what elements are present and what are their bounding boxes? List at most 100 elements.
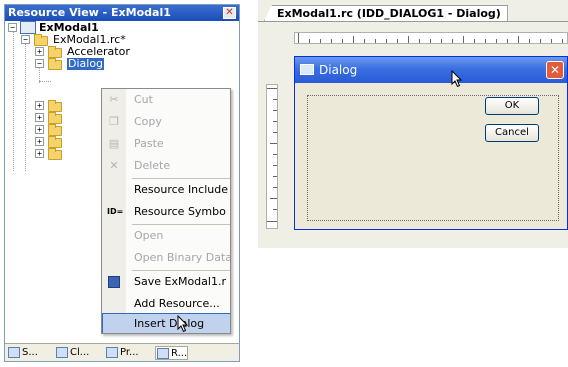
ruler-tick xyxy=(270,198,277,199)
expand-toggle[interactable]: + xyxy=(35,113,44,122)
solution-icon xyxy=(8,347,20,358)
tree-connector xyxy=(25,43,26,171)
resource-view-title: Resource View - ExModal1 ✕ xyxy=(5,5,239,21)
collapse-toggle[interactable]: − xyxy=(21,35,30,44)
menu-item-label: Insert Dialog xyxy=(134,317,205,330)
menu-item-add-resource[interactable]: Add Resource... xyxy=(102,293,230,315)
menu-item-insert-dialog[interactable]: Insert Dialog xyxy=(102,313,230,333)
tab-label: R... xyxy=(171,348,188,359)
ruler-tick xyxy=(518,36,519,43)
editor-document-tab[interactable]: ExModal1.rc (IDD_DIALOG1 - Dialog) xyxy=(264,5,508,21)
menu-item-label: Resource Include xyxy=(134,183,228,196)
menu-item-copy[interactable]: ❐ Copy xyxy=(102,111,230,133)
ruler-tick xyxy=(364,39,365,43)
menu-item-label: Cut xyxy=(134,93,153,106)
folder-icon xyxy=(48,112,62,124)
id-icon: ID= xyxy=(107,207,124,216)
ruler-tick xyxy=(474,39,475,43)
menu-item-delete[interactable]: ✕ Delete xyxy=(102,155,230,177)
folder-icon xyxy=(48,46,62,58)
tab-label: Cl... xyxy=(70,347,90,358)
ruler-tick xyxy=(375,39,376,43)
cancel-button[interactable]: Cancel xyxy=(485,124,539,142)
ruler-tick xyxy=(273,121,277,122)
ruler-tick xyxy=(441,39,442,43)
ruler-tick xyxy=(320,39,321,43)
close-icon[interactable]: ✕ xyxy=(223,7,236,19)
ruler-tick xyxy=(463,36,464,43)
tab-class-view[interactable]: Cl... xyxy=(55,346,89,360)
ruler-tick xyxy=(273,165,277,166)
ruler-tick xyxy=(408,36,409,43)
dialog-preview[interactable]: Dialog ✕ OK Cancel xyxy=(294,56,568,230)
menu-item-resource-includes[interactable]: Resource Include xyxy=(102,179,230,201)
menu-item-resource-symbols[interactable]: ID= Resource Symbo xyxy=(102,201,230,223)
ruler-tick xyxy=(273,209,277,210)
mouse-cursor-icon xyxy=(177,315,189,333)
ruler-tick xyxy=(273,110,277,111)
vertical-ruler[interactable] xyxy=(266,84,278,229)
tab-label: S... xyxy=(22,347,38,358)
menu-item-open-binary-data[interactable]: Open Binary Data xyxy=(102,247,230,269)
ruler-tick xyxy=(551,39,552,43)
tree-item-dialog-selected[interactable]: Dialog xyxy=(67,58,105,70)
save-icon xyxy=(108,276,120,288)
mouse-cursor-icon xyxy=(451,70,463,88)
ruler-tick xyxy=(273,176,277,177)
expand-toggle[interactable]: + xyxy=(35,149,44,158)
dialog-title: Dialog xyxy=(319,63,358,77)
ruler-tick xyxy=(419,39,420,43)
expand-toggle[interactable]: + xyxy=(35,47,44,56)
ruler-tick xyxy=(273,187,277,188)
ruler-tick xyxy=(507,39,508,43)
ruler-tick xyxy=(386,39,387,43)
folder-icon xyxy=(48,100,62,112)
ruler-tick xyxy=(485,39,486,43)
tab-baseline xyxy=(258,21,568,22)
ruler-tick xyxy=(496,39,497,43)
folder-icon xyxy=(48,124,62,136)
class-view-icon xyxy=(56,347,68,358)
ruler-tick xyxy=(331,39,332,43)
collapse-toggle[interactable]: − xyxy=(8,23,17,32)
menu-item-paste[interactable]: ▤ Paste xyxy=(102,133,230,155)
menu-item-label: Add Resource... xyxy=(134,297,220,310)
collapse-toggle[interactable]: − xyxy=(35,59,44,68)
menu-item-label: Resource Symbo xyxy=(134,205,226,218)
tab-resource-view[interactable]: R... xyxy=(155,346,189,360)
horizontal-ruler[interactable] xyxy=(294,32,568,44)
menu-item-save[interactable]: Save ExModal1.r xyxy=(102,271,230,293)
project-icon xyxy=(20,21,36,34)
tab-label: Pr... xyxy=(120,347,139,358)
menu-item-label: Open xyxy=(134,229,164,242)
menu-item-label: Paste xyxy=(134,137,164,150)
folder-icon xyxy=(48,148,62,160)
ruler-tick xyxy=(267,88,277,89)
resource-view-title-text: Resource View - ExModal1 xyxy=(8,6,171,19)
expand-toggle[interactable]: + xyxy=(35,101,44,110)
ruler-tick xyxy=(562,39,563,43)
menu-item-label: Copy xyxy=(134,115,162,128)
close-icon[interactable]: ✕ xyxy=(546,61,564,79)
ruler-tick xyxy=(273,132,277,133)
menu-item-open[interactable]: Open xyxy=(102,225,230,247)
ruler-tick xyxy=(430,39,431,43)
menu-item-label: Save ExModal1.r xyxy=(134,275,226,288)
copy-icon: ❐ xyxy=(109,115,119,128)
ruler-tick xyxy=(452,39,453,43)
menu-item-cut[interactable]: ✂ Cut xyxy=(102,89,230,111)
tree-connector xyxy=(13,31,14,171)
expand-toggle[interactable]: + xyxy=(35,137,44,146)
menu-item-label: Delete xyxy=(134,159,171,172)
scissors-icon: ✂ xyxy=(109,93,119,106)
ruler-tick xyxy=(270,143,277,144)
dialog-titlebar[interactable]: Dialog ✕ xyxy=(295,57,567,83)
panel-tab-strip: S... Cl... Pr... R... xyxy=(5,343,239,361)
property-icon xyxy=(106,347,118,358)
expand-toggle[interactable]: + xyxy=(35,125,44,134)
ok-button[interactable]: OK xyxy=(485,97,539,115)
tab-property-manager[interactable]: Pr... xyxy=(105,346,139,360)
ruler-tick xyxy=(309,39,310,43)
tab-solution-explorer[interactable]: S... xyxy=(7,346,38,360)
tree-connector xyxy=(39,81,51,82)
